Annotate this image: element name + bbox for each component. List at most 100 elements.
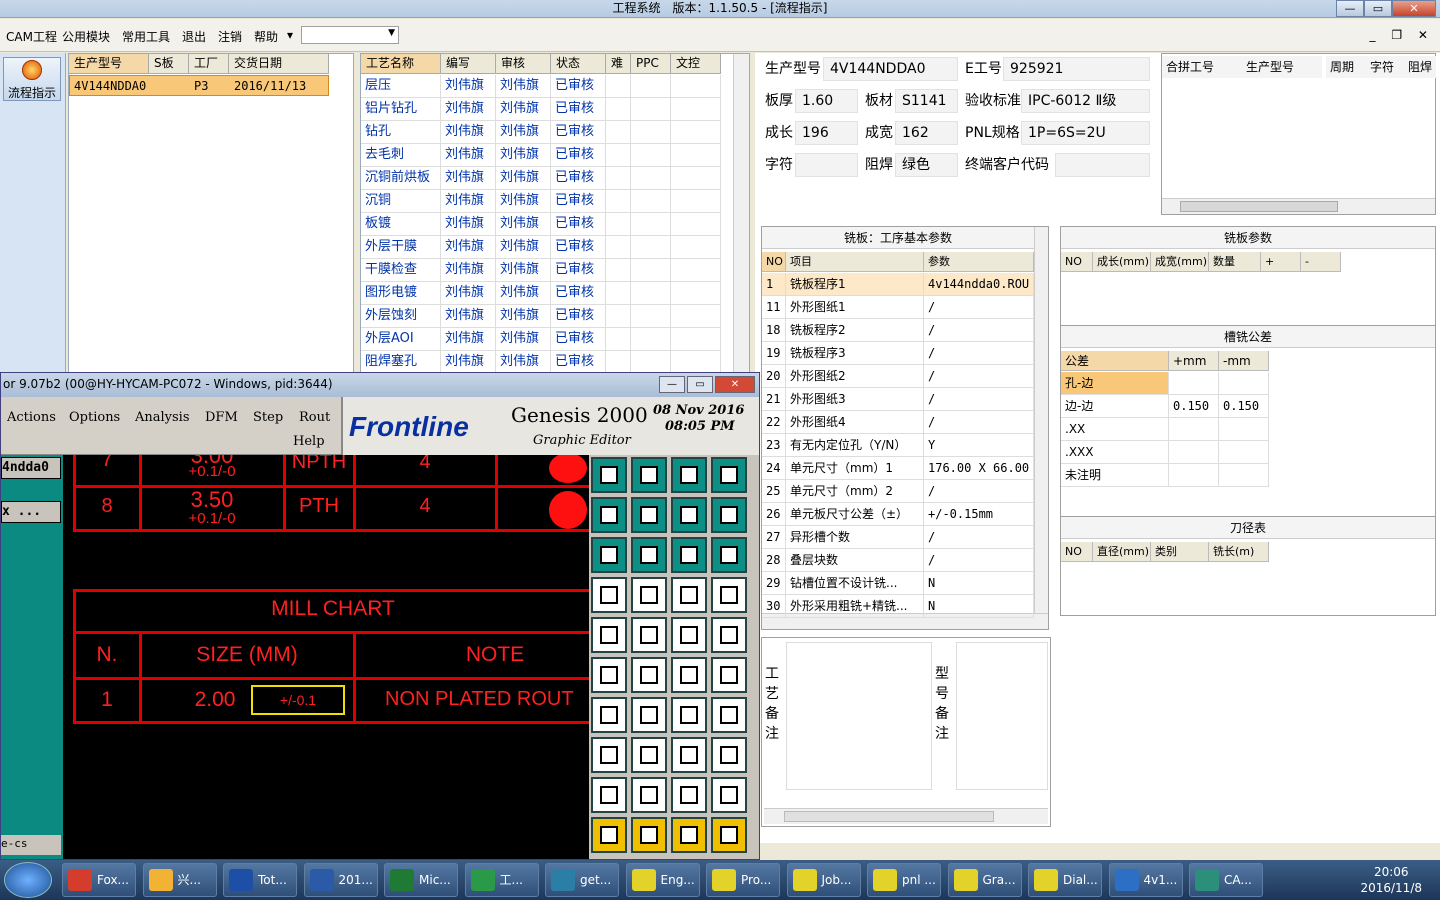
h-scrollbar[interactable] bbox=[1162, 198, 1435, 214]
table-row[interactable]: 外层蚀刻 刘伟旗 刘伟旗 已审核 bbox=[361, 305, 721, 328]
tool-button[interactable] bbox=[591, 817, 627, 853]
col-header[interactable]: 项目 bbox=[786, 252, 924, 272]
tool-button[interactable] bbox=[631, 737, 667, 773]
table-row[interactable]: 板镀 刘伟旗 刘伟旗 已审核 bbox=[361, 213, 721, 236]
table-row[interactable]: 20 外形图纸2/ bbox=[762, 365, 1034, 388]
table-row[interactable]: 21 外形图纸3/ bbox=[762, 388, 1034, 411]
table-row[interactable]: 外层AOI 刘伟旗 刘伟旗 已审核 bbox=[361, 328, 721, 351]
col-header[interactable]: PPC bbox=[631, 54, 671, 74]
table-row[interactable]: 边-边 0.150 0.150 bbox=[1061, 395, 1269, 418]
tool-button[interactable] bbox=[711, 697, 747, 733]
proc-notes-field[interactable] bbox=[786, 642, 932, 790]
table-row[interactable]: 19 铣板程序3/ bbox=[762, 342, 1034, 365]
model-notes-field[interactable] bbox=[956, 642, 1048, 790]
col-header[interactable]: 阻焊 bbox=[1404, 56, 1436, 78]
maximize-button[interactable]: ▭ bbox=[687, 376, 713, 393]
table-row[interactable]: 干膜检查 刘伟旗 刘伟旗 已审核 bbox=[361, 259, 721, 282]
col-header[interactable]: 数量 bbox=[1209, 252, 1261, 272]
job-name[interactable]: 4ndda0 bbox=[1, 457, 61, 479]
system-clock[interactable]: 20:06 2016/11/8 bbox=[1360, 864, 1422, 896]
field-len[interactable]: 196 bbox=[795, 121, 858, 145]
menu-analysis[interactable]: Analysis bbox=[135, 410, 190, 425]
minimize-button[interactable]: — bbox=[659, 376, 685, 393]
col-header[interactable]: 生产型号 bbox=[69, 54, 149, 74]
table-row[interactable]: 23 有无内定位孔（Y/N） Y bbox=[762, 434, 1034, 457]
col-header[interactable]: 编写 bbox=[441, 54, 496, 74]
v-scrollbar[interactable] bbox=[1034, 227, 1048, 613]
table-row[interactable]: 层压 刘伟旗 刘伟旗 已审核 bbox=[361, 75, 721, 98]
table-row[interactable]: 26 单元板尺寸公差（±） +/-0.15mm bbox=[762, 503, 1034, 526]
tool-button[interactable] bbox=[591, 497, 627, 533]
taskbar-item[interactable]: Gra... bbox=[947, 863, 1022, 897]
col-header[interactable]: 生产型号 bbox=[1242, 56, 1322, 78]
col-header[interactable]: 难 bbox=[606, 54, 631, 74]
table-row[interactable]: 25 单元尺寸（mm）2/ bbox=[762, 480, 1034, 503]
tool-button[interactable] bbox=[631, 657, 667, 693]
table-row[interactable]: 沉铜前烘板 刘伟旗 刘伟旗 已审核 bbox=[361, 167, 721, 190]
col-header[interactable]: 直径(mm) bbox=[1093, 542, 1151, 562]
tool-button[interactable] bbox=[631, 577, 667, 613]
tool-button[interactable] bbox=[671, 577, 707, 613]
col-header[interactable]: NO bbox=[1061, 542, 1093, 562]
col-header[interactable]: 公差 bbox=[1061, 351, 1169, 371]
field-mat[interactable]: S1141 bbox=[895, 89, 958, 113]
col-header[interactable]: 成宽(mm) bbox=[1151, 252, 1209, 272]
table-row[interactable]: 27 异形槽个数 / bbox=[762, 526, 1034, 549]
field-thick[interactable]: 1.60 bbox=[795, 89, 858, 113]
menu-exit[interactable]: 退出 bbox=[182, 28, 206, 45]
tool-button[interactable] bbox=[591, 657, 627, 693]
tool-button[interactable] bbox=[671, 737, 707, 773]
maximize-button[interactable]: ▭ bbox=[1364, 0, 1392, 17]
col-header[interactable]: 交货日期 bbox=[229, 54, 329, 74]
field-std[interactable]: IPC-6012 Ⅱ级 bbox=[1021, 89, 1150, 113]
minimize-button[interactable]: — bbox=[1336, 0, 1364, 17]
table-row[interactable]: 未注明 bbox=[1061, 464, 1269, 487]
taskbar-item[interactable]: 201... bbox=[303, 863, 378, 897]
table-row[interactable]: 29 钻槽位置不设计铣... N bbox=[762, 572, 1034, 595]
field-e[interactable]: 925921 bbox=[1003, 57, 1150, 81]
table-row[interactable]: 4V144NDDA0 P3 2016/11/13 bbox=[69, 75, 329, 96]
col-header[interactable]: 铣长(m) bbox=[1209, 542, 1269, 562]
taskbar-item[interactable]: Tot... bbox=[223, 863, 297, 897]
field-mask[interactable]: 绿色 bbox=[895, 153, 958, 177]
tool-button[interactable] bbox=[591, 617, 627, 653]
table-row[interactable]: 阻焊塞孔 刘伟旗 刘伟旗 已审核 bbox=[361, 351, 721, 374]
v-scrollbar[interactable] bbox=[733, 54, 749, 372]
menu-logout[interactable]: 注销 bbox=[218, 28, 242, 45]
tool-button[interactable] bbox=[591, 777, 627, 813]
table-row[interactable]: .XXX bbox=[1061, 441, 1269, 464]
menu-cam[interactable]: CAM工程 bbox=[6, 28, 57, 45]
col-header[interactable]: S板 bbox=[149, 54, 189, 74]
menu-options[interactable]: Options bbox=[69, 410, 120, 425]
table-row[interactable]: .XX bbox=[1061, 418, 1269, 441]
table-row[interactable]: 图形电镀 刘伟旗 刘伟旗 已审核 bbox=[361, 282, 721, 305]
tool-button[interactable] bbox=[711, 537, 747, 573]
table-row[interactable]: 22 外形图纸4/ bbox=[762, 411, 1034, 434]
col-header[interactable]: 字符 bbox=[1366, 56, 1404, 78]
col-header[interactable]: 审核 bbox=[496, 54, 551, 74]
tool-button[interactable] bbox=[631, 817, 667, 853]
tool-button[interactable] bbox=[671, 537, 707, 573]
taskbar-item[interactable]: Dial... bbox=[1028, 863, 1102, 897]
table-row[interactable]: 30 外形采用粗铣+精铣... N bbox=[762, 595, 1034, 618]
col-header[interactable]: + bbox=[1261, 252, 1301, 272]
tool-button[interactable] bbox=[671, 617, 707, 653]
table-row[interactable]: 24 单元尺寸（mm）1 176.00 X 66.00 bbox=[762, 457, 1034, 480]
table-row[interactable]: 外层干膜 刘伟旗 刘伟旗 已审核 bbox=[361, 236, 721, 259]
tool-button[interactable] bbox=[631, 697, 667, 733]
taskbar-item[interactable]: Eng... bbox=[625, 863, 700, 897]
tool-button[interactable] bbox=[671, 817, 707, 853]
menu-rout[interactable]: Rout bbox=[299, 410, 330, 425]
tool-button[interactable] bbox=[711, 497, 747, 533]
col-header[interactable]: 成长(mm) bbox=[1093, 252, 1151, 272]
start-button[interactable] bbox=[4, 862, 52, 898]
col-header[interactable]: 工厂 bbox=[189, 54, 229, 74]
col-header[interactable]: 工艺名称 bbox=[361, 54, 441, 74]
tool-button[interactable] bbox=[711, 777, 747, 813]
tool-button[interactable] bbox=[631, 617, 667, 653]
menu-tools[interactable]: 常用工具 bbox=[122, 28, 170, 45]
tool-button[interactable] bbox=[591, 537, 627, 573]
h-scrollbar[interactable] bbox=[764, 808, 1048, 824]
tool-button[interactable] bbox=[711, 457, 747, 493]
field-wid[interactable]: 162 bbox=[895, 121, 958, 145]
